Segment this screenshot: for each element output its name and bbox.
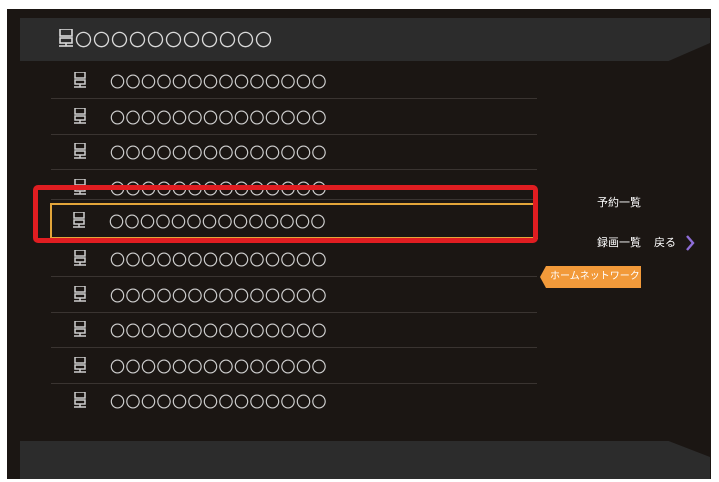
list-item-label: 〇〇〇〇〇〇〇〇〇〇〇〇〇〇 [110, 109, 328, 127]
selection-highlight-annotation [33, 185, 538, 243]
list-item-label: 〇〇〇〇〇〇〇〇〇〇〇〇〇〇 [110, 251, 328, 269]
server-icon [74, 320, 86, 337]
server-icon [74, 285, 86, 302]
footer-bar [20, 441, 710, 479]
list-item-label: 〇〇〇〇〇〇〇〇〇〇〇〇〇〇 [110, 144, 328, 162]
server-icon [74, 249, 86, 266]
back-button[interactable]: 戻る [654, 234, 676, 250]
list-item[interactable]: 〇〇〇〇〇〇〇〇〇〇〇〇〇〇 [51, 348, 537, 384]
list-item-label: 〇〇〇〇〇〇〇〇〇〇〇〇〇〇 [110, 73, 328, 91]
list-item[interactable]: 〇〇〇〇〇〇〇〇〇〇〇〇〇〇 [51, 241, 537, 277]
tv-screen: 〇〇〇〇〇〇〇〇〇〇〇 〇〇〇〇〇〇〇〇〇〇〇〇〇〇 〇〇〇〇〇〇〇〇〇〇〇〇〇〇… [7, 9, 711, 479]
list-item[interactable]: 〇〇〇〇〇〇〇〇〇〇〇〇〇〇 [51, 277, 537, 313]
chevron-right-icon[interactable] [685, 235, 695, 251]
list-item-label: 〇〇〇〇〇〇〇〇〇〇〇〇〇〇 [110, 393, 328, 411]
page-title: 〇〇〇〇〇〇〇〇〇〇〇 [75, 31, 273, 51]
list-item[interactable]: 〇〇〇〇〇〇〇〇〇〇〇〇〇〇 [51, 99, 537, 135]
list-item[interactable]: 〇〇〇〇〇〇〇〇〇〇〇〇〇〇 [51, 312, 537, 348]
server-icon [74, 107, 86, 124]
home-network-tab[interactable]: ホームネットワーク [540, 266, 641, 288]
list-item[interactable]: 〇〇〇〇〇〇〇〇〇〇〇〇〇〇 [51, 383, 537, 418]
server-icon [74, 356, 86, 373]
recording-list-button[interactable]: 録画一覧 [597, 234, 641, 250]
server-icon [74, 142, 86, 159]
list-item-label: 〇〇〇〇〇〇〇〇〇〇〇〇〇〇 [110, 322, 328, 340]
list-item-label: 〇〇〇〇〇〇〇〇〇〇〇〇〇〇 [110, 358, 328, 376]
list-item[interactable]: 〇〇〇〇〇〇〇〇〇〇〇〇〇〇 [51, 63, 537, 99]
server-icon [74, 391, 86, 408]
list-item[interactable]: 〇〇〇〇〇〇〇〇〇〇〇〇〇〇 [51, 134, 537, 170]
list-item-label: 〇〇〇〇〇〇〇〇〇〇〇〇〇〇 [110, 287, 328, 305]
server-icon [59, 29, 73, 47]
server-icon [74, 71, 86, 88]
reservation-list-button[interactable]: 予約一覧 [597, 194, 641, 210]
